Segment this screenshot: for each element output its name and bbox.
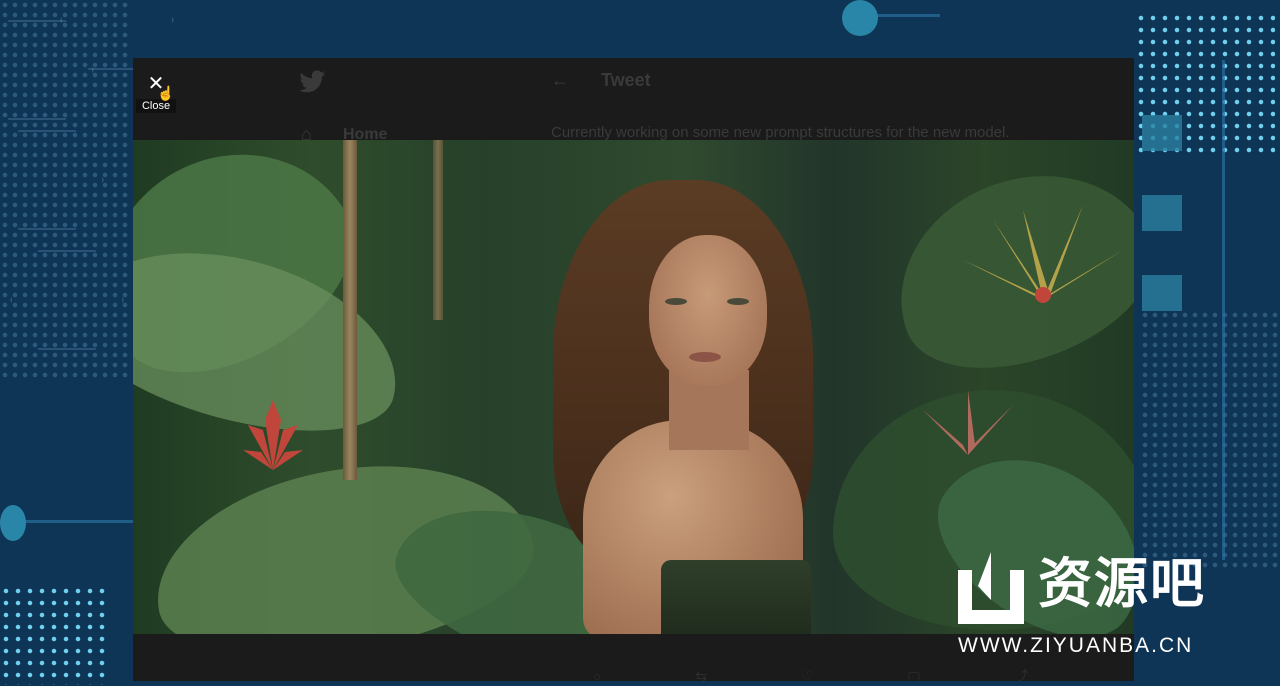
dot-pattern [0,585,110,685]
eye [665,298,687,305]
square-decoration [1142,115,1182,151]
palm-trunk [343,140,357,480]
square-decoration [1142,275,1182,311]
square-decoration [1142,195,1182,231]
circuit-line [1222,60,1225,560]
watermark: 资源吧 WWW.ZIYUANBA.CN [958,548,1228,663]
circuit-node [0,505,26,541]
eye [727,298,749,305]
dot-pattern [0,0,130,380]
watermark-logo-icon [958,552,1024,624]
face [649,235,767,385]
yellow-bromeliad [953,200,1133,310]
dress [661,560,811,634]
circuit-node [842,0,878,36]
tweet-text: Currently working on some new prompt str… [551,124,1010,141]
tweet-header: ← Tweet ⌂ Home Currently working on some… [133,58,1134,144]
lips [689,352,721,362]
page-title: Tweet [601,70,651,90]
pink-bromeliad [913,390,1023,460]
red-flower [243,400,303,470]
watermark-name: 资源吧 [1038,552,1206,615]
dot-pattern [1140,310,1280,570]
back-arrow-icon[interactable]: ← [551,70,569,91]
palm-trunk [433,140,443,320]
bird-logo-icon [298,70,326,94]
hand-cursor-icon: ☝ [157,85,175,101]
watermark-url: WWW.ZIYUANBA.CN [958,634,1194,657]
tweet-actions: ○ ⇆ ♡ ▢ ⤴ [593,668,1029,681]
